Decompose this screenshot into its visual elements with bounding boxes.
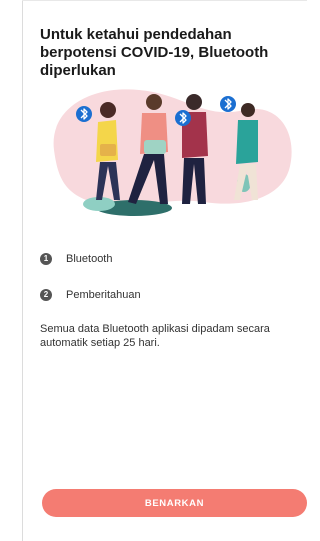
frame-divider-top — [22, 0, 307, 1]
allow-button[interactable]: BENARKAN — [42, 489, 307, 517]
bluetooth-icon — [175, 110, 191, 126]
people-bluetooth-illustration — [53, 89, 292, 216]
step-number-badge: 1 — [40, 253, 52, 265]
step-number-badge: 2 — [40, 289, 52, 301]
permission-item-notifications: 2 Pemberitahuan — [40, 286, 302, 304]
page-title: Untuk ketahui pendedahan berpotensi COVI… — [40, 26, 269, 79]
permission-list: 1 Bluetooth 2 Pemberitahuan — [40, 250, 302, 322]
permission-screen: Untuk ketahui pendedahan berpotensi COVI… — [0, 0, 307, 541]
frame-divider — [22, 0, 23, 541]
bluetooth-icon — [220, 96, 236, 112]
bluetooth-icon — [76, 106, 92, 122]
data-retention-note: Semua data Bluetooth aplikasi dipadam se… — [40, 323, 270, 349]
permission-label: Bluetooth — [66, 253, 113, 265]
permission-label: Pemberitahuan — [66, 289, 141, 301]
permission-item-bluetooth: 1 Bluetooth — [40, 250, 302, 268]
